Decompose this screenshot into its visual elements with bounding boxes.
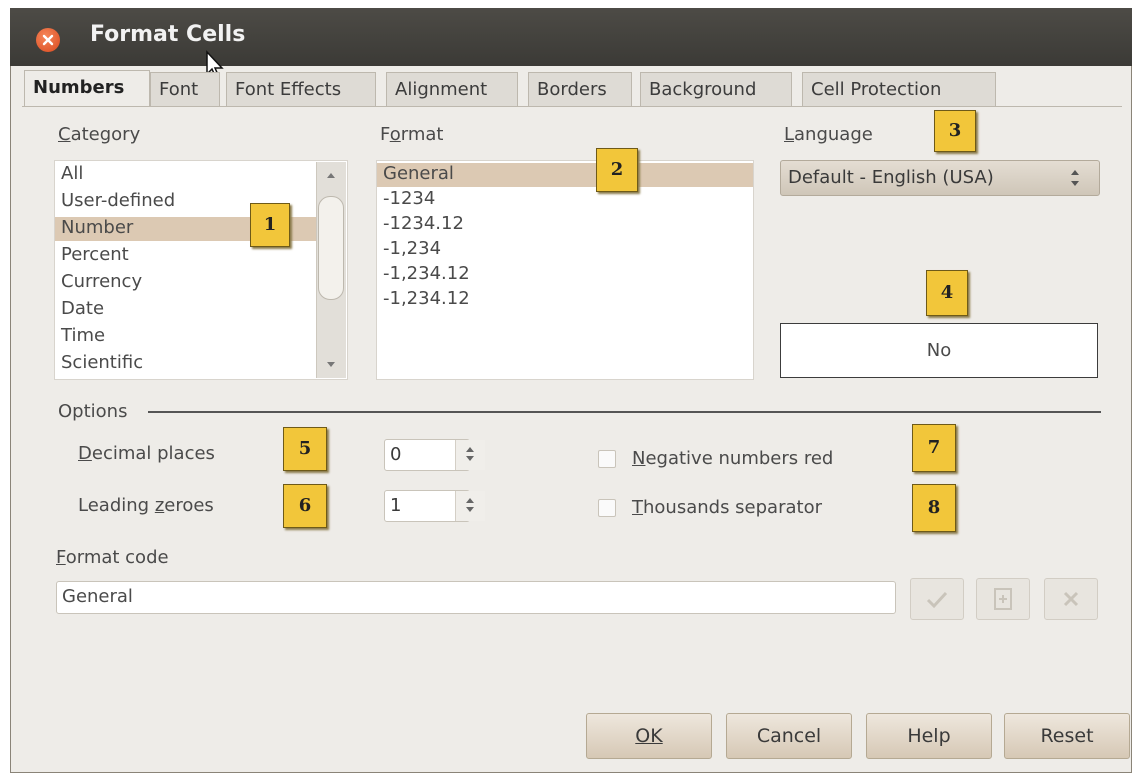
scroll-down-icon[interactable] xyxy=(325,360,337,370)
tab-cell-protection[interactable]: Cell Protection xyxy=(802,72,996,106)
format-item-selected[interactable]: General xyxy=(383,163,454,185)
category-label: Category xyxy=(58,124,141,145)
format-code-value: General xyxy=(62,586,133,607)
spin-updown-icon xyxy=(466,447,474,461)
format-code-input[interactable] xyxy=(56,581,896,614)
format-item[interactable]: -1,234 xyxy=(383,238,441,260)
category-item[interactable]: Currency xyxy=(61,271,142,293)
format-code-label: Format code xyxy=(56,547,169,568)
apply-format-button[interactable] xyxy=(910,578,964,620)
scrollbar-thumb[interactable] xyxy=(318,196,344,300)
category-listbox[interactable]: All User-defined Number Percent Currency… xyxy=(54,160,348,380)
spin-updown-icon xyxy=(466,498,474,512)
tab-font-effects[interactable]: Font Effects xyxy=(226,72,376,106)
tab-font[interactable]: Font xyxy=(150,72,220,106)
help-button[interactable]: Help xyxy=(866,713,992,759)
checkmark-icon xyxy=(926,591,948,609)
negative-numbers-red-checkbox[interactable] xyxy=(598,450,616,468)
remove-format-button[interactable] xyxy=(1044,578,1098,620)
thousands-separator-label: Thousands separator xyxy=(632,497,822,518)
format-item[interactable]: -1,234.12 xyxy=(383,263,470,285)
reset-button-label: Reset xyxy=(1040,725,1094,747)
format-label: Format xyxy=(380,124,444,145)
callout-marker-7: 7 xyxy=(912,424,956,472)
callout-marker-4: 4 xyxy=(926,270,968,316)
callout-marker-3: 3 xyxy=(934,110,976,152)
callout-marker-6: 6 xyxy=(283,484,327,528)
remove-format-icon xyxy=(1063,591,1079,607)
chevron-updown-icon xyxy=(1071,170,1079,186)
dialog-title: Format Cells xyxy=(90,22,246,47)
format-item[interactable]: -1234 xyxy=(383,188,435,210)
callout-marker-2: 2 xyxy=(596,148,638,192)
category-item[interactable]: Scientific xyxy=(61,352,143,374)
cancel-button[interactable]: Cancel xyxy=(726,713,852,759)
scroll-up-icon[interactable] xyxy=(325,170,337,180)
format-preview: No xyxy=(780,323,1098,378)
callout-marker-1: 1 xyxy=(250,203,290,247)
format-item[interactable]: -1234.12 xyxy=(383,213,464,235)
negative-numbers-red-label: Negative numbers red xyxy=(632,448,834,469)
format-listbox[interactable]: General -1234 -1234.12 -1,234 -1,234.12 … xyxy=(376,160,754,380)
format-item[interactable]: -1,234.12 xyxy=(383,288,470,310)
options-label: Options xyxy=(58,401,128,422)
category-item-selected[interactable]: Number xyxy=(61,217,133,239)
tab-alignment[interactable]: Alignment xyxy=(386,72,518,106)
category-item[interactable]: Percent xyxy=(61,244,129,266)
help-button-label: Help xyxy=(907,725,951,747)
callout-marker-8: 8 xyxy=(912,484,956,532)
ok-button[interactable]: OK xyxy=(586,713,712,759)
tab-numbers[interactable]: Numbers xyxy=(24,70,150,106)
reset-button[interactable]: Reset xyxy=(1004,713,1130,759)
category-item[interactable]: All xyxy=(61,163,83,185)
leading-zeroes-value: 1 xyxy=(390,495,402,516)
add-format-button[interactable] xyxy=(976,578,1030,620)
ok-button-label: OK xyxy=(635,725,663,747)
tab-divider xyxy=(22,106,1122,107)
language-label: Language xyxy=(784,124,873,145)
leading-zeroes-spin-buttons[interactable] xyxy=(455,491,485,521)
leading-zeroes-label: Leading zeroes xyxy=(78,495,214,516)
close-icon[interactable] xyxy=(36,28,60,52)
tab-borders[interactable]: Borders xyxy=(528,72,632,106)
category-item[interactable]: User-defined xyxy=(61,190,175,212)
category-item[interactable]: Date xyxy=(61,298,104,320)
add-format-icon xyxy=(994,588,1012,610)
decimal-places-spin-buttons[interactable] xyxy=(455,440,485,470)
tab-background[interactable]: Background xyxy=(640,72,792,106)
category-item[interactable]: Time xyxy=(61,325,105,347)
thousands-separator-checkbox[interactable] xyxy=(598,499,616,517)
decimal-places-label: Decimal places xyxy=(78,443,215,464)
language-value: Default - English (USA) xyxy=(788,167,994,188)
callout-marker-5: 5 xyxy=(283,427,327,471)
cancel-button-label: Cancel xyxy=(756,725,822,747)
decimal-places-value: 0 xyxy=(390,444,402,465)
options-divider xyxy=(148,411,1101,413)
